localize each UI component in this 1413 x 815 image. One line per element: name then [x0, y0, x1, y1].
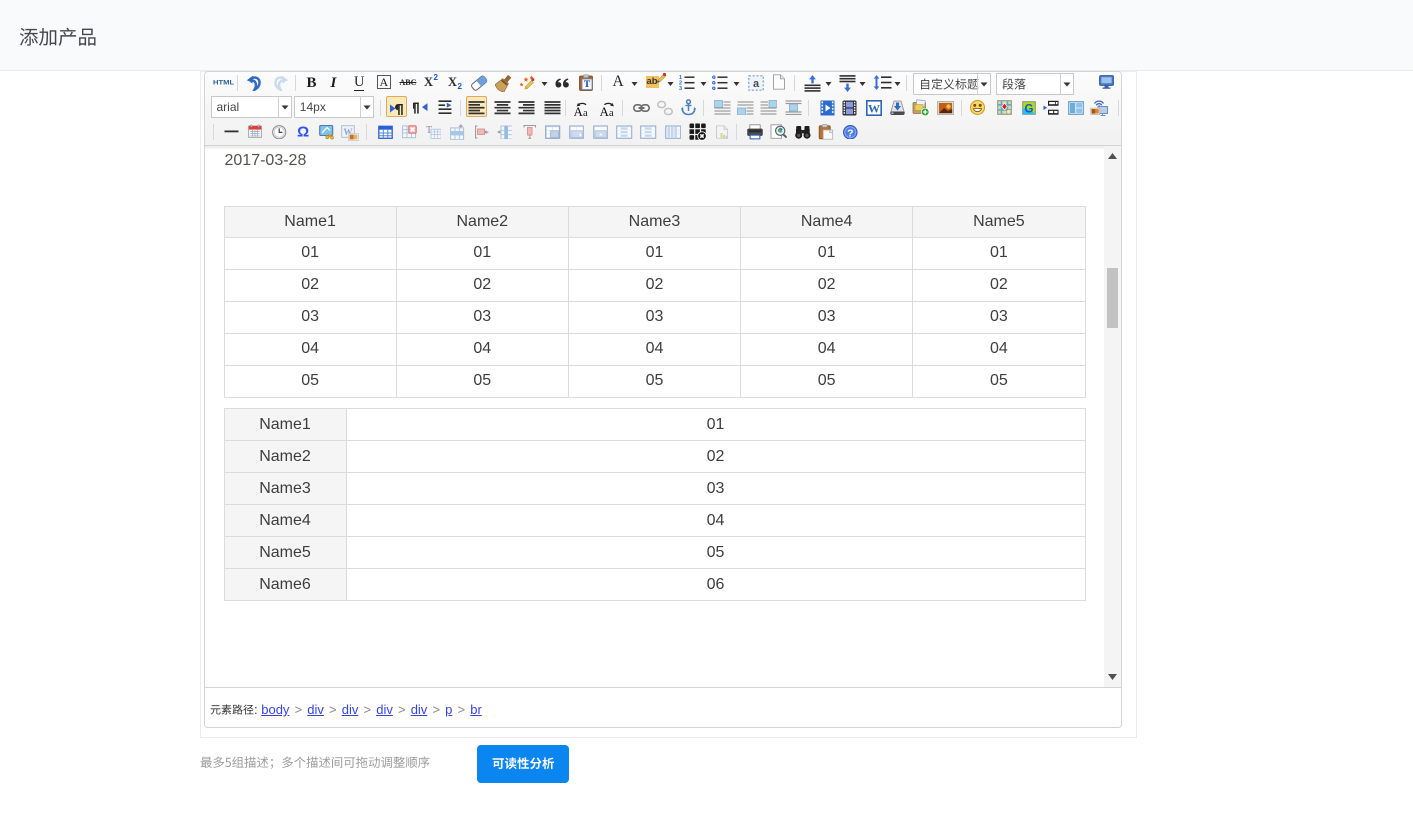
svg-text:a: a	[583, 108, 588, 116]
svg-text:W: W	[868, 101, 880, 115]
svg-text:a: a	[609, 108, 614, 116]
svg-text:a: a	[752, 78, 759, 90]
svg-text:3: 3	[679, 86, 682, 90]
svg-text:?: ?	[847, 127, 853, 139]
svg-text:Ω: Ω	[297, 124, 309, 139]
svg-text:G: G	[1025, 103, 1034, 115]
svg-text:T: T	[584, 80, 591, 90]
